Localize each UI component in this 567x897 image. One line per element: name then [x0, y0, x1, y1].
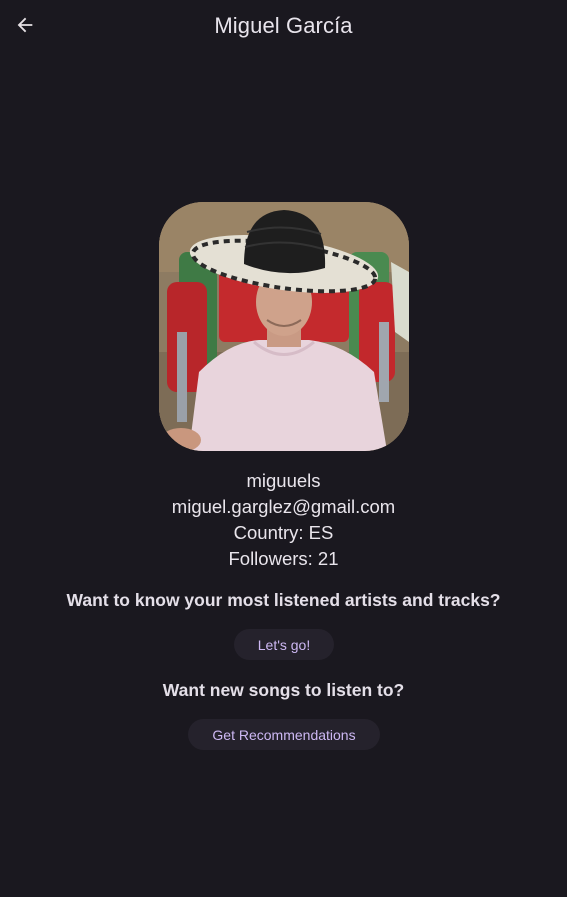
- top-app-bar: Miguel García: [0, 0, 567, 52]
- avatar-photo: [159, 202, 409, 451]
- followers-count: Followers: 21: [228, 548, 339, 569]
- lets-go-button[interactable]: Let's go!: [234, 629, 334, 660]
- recommendations-question: Want new songs to listen to?: [162, 680, 405, 700]
- username: miguuels: [246, 470, 321, 491]
- country: Country: ES: [233, 522, 334, 543]
- avatar: [159, 202, 409, 451]
- top-tracks-question: Want to know your most listened artists …: [66, 590, 501, 610]
- email: miguel.garglez@gmail.com: [171, 496, 396, 517]
- profile-screen: Miguel García miguuels miguel.garglez@gm…: [0, 0, 567, 897]
- get-recommendations-button[interactable]: Get Recommendations: [188, 719, 380, 750]
- page-title: Miguel García: [214, 13, 353, 38]
- profile-info: miguuels miguel.garglez@gmail.com Countr…: [0, 468, 567, 572]
